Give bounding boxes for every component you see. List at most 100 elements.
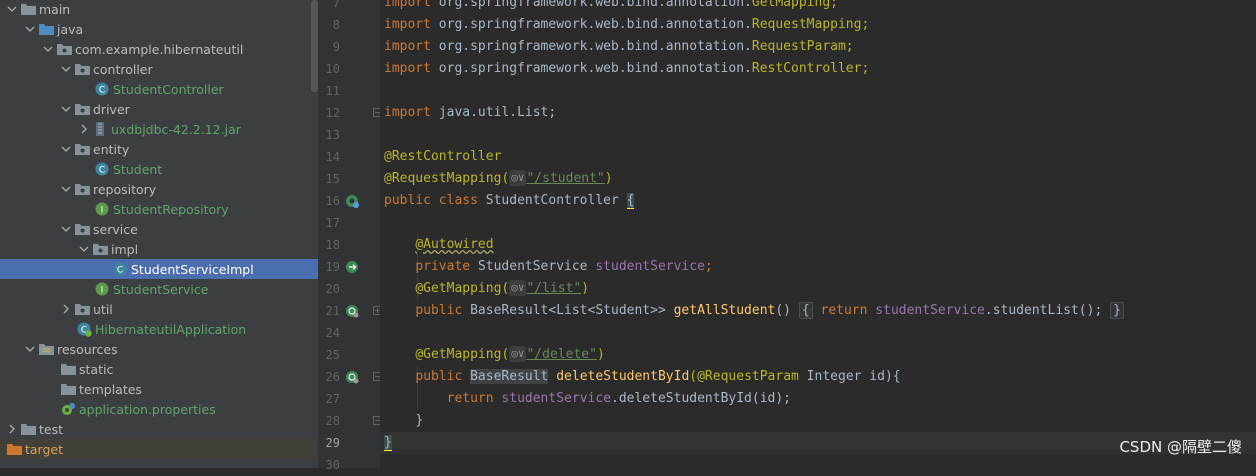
tree-item-properties[interactable]: application.properties <box>0 399 318 419</box>
chevron-down-icon[interactable] <box>60 223 72 235</box>
code-line: @RestController <box>384 149 502 164</box>
line-number: 28 <box>325 414 340 428</box>
chevron-down-icon[interactable] <box>60 183 72 195</box>
url-inlay-hint[interactable]: ◎∨ <box>509 346 527 362</box>
tree-item-resources[interactable]: resources <box>0 339 318 359</box>
chevron-down-icon[interactable] <box>78 243 90 255</box>
tree-item-student-repository[interactable]: I StudentRepository <box>0 199 318 219</box>
chevron-down-icon[interactable] <box>24 343 36 355</box>
code-line: public BaseResult deleteStudentById(@Req… <box>415 369 901 384</box>
chevron-down-icon[interactable] <box>60 143 72 155</box>
folder-icon <box>20 421 36 437</box>
line-number: 10 <box>325 62 340 76</box>
line-number: 13 <box>325 128 340 142</box>
tree-item-target[interactable]: target <box>0 439 318 459</box>
package-icon <box>74 221 90 237</box>
code-line: @Autowired <box>415 237 494 252</box>
tree-item-label: StudentController <box>113 81 224 97</box>
chevron-down-icon[interactable] <box>24 23 36 35</box>
line-number: 7 <box>332 0 340 10</box>
url-inlay-hint[interactable]: ◎∨ <box>509 170 527 186</box>
tree-item-student[interactable]: C Student <box>0 159 318 179</box>
chevron-right-icon[interactable] <box>60 303 72 315</box>
code-line: @GetMapping(◎∨ "/delete") <box>415 346 605 362</box>
tree-item-label: repository <box>93 181 157 197</box>
tree-item-service[interactable]: service <box>0 219 318 239</box>
spring-boot-class-icon: C <box>76 321 92 337</box>
tree-item-entity[interactable]: entity <box>0 139 318 159</box>
tree-item-static[interactable]: static <box>0 359 318 379</box>
source-folder-icon <box>38 21 54 37</box>
tree-item-driver[interactable]: driver <box>0 99 318 119</box>
excluded-folder-icon <box>6 441 22 457</box>
code-line: public BaseResult<List<Student>> getAllS… <box>384 300 1124 322</box>
tree-item-label: controller <box>93 61 153 77</box>
tree-item-templates[interactable]: templates <box>0 379 318 399</box>
class-icon: C <box>112 261 128 277</box>
tree-item-label: HibernateutilApplication <box>95 321 247 337</box>
url-inlay-hint[interactable]: ◎∨ <box>509 280 527 296</box>
code-line: @RequestMapping(◎∨ "/student") <box>384 170 613 186</box>
svg-text:I: I <box>101 286 104 296</box>
tree-item-student-controller[interactable]: C StudentController <box>0 79 318 99</box>
chevron-down-icon[interactable] <box>60 63 72 75</box>
tree-item-impl[interactable]: impl <box>0 239 318 259</box>
tree-item-label: driver <box>93 101 130 117</box>
tree-item-main[interactable]: main <box>0 0 318 19</box>
line-number: 26 <box>325 370 340 384</box>
tree-item-repository[interactable]: repository <box>0 179 318 199</box>
tree-item-label: entity <box>93 141 130 157</box>
tree-item-controller[interactable]: controller <box>0 59 318 79</box>
tree-item-package[interactable]: com.example.hibernateutil <box>0 39 318 59</box>
interface-icon: I <box>94 281 110 297</box>
line-number: 17 <box>325 216 340 230</box>
tree-item-util[interactable]: util <box>0 299 318 319</box>
class-icon: C <box>94 161 110 177</box>
code-line: import org.springframework.web.bind.anno… <box>384 17 870 32</box>
chevron-down-icon[interactable] <box>42 43 54 55</box>
line-number: 12 <box>325 106 340 120</box>
code-line: @GetMapping(◎∨ "/list") <box>415 280 590 296</box>
code-line: import org.springframework.web.bind.anno… <box>384 61 870 76</box>
folded-region-start[interactable]: { <box>798 302 813 319</box>
code-line: import java.util.List; <box>384 105 557 120</box>
settings-file-icon <box>60 401 76 417</box>
spring-bean-gutter-icon[interactable] <box>345 194 359 208</box>
endpoint-gutter-icon[interactable] <box>345 304 359 318</box>
tree-item-jar[interactable]: uxdbjdbc-42.2.12.jar <box>0 119 318 139</box>
tree-item-label: application.properties <box>79 401 216 417</box>
folder-icon <box>20 1 36 17</box>
tree-item-student-service-impl[interactable]: C StudentServiceImpl <box>0 259 318 279</box>
jar-icon <box>92 121 108 137</box>
line-number: 30 <box>325 458 340 472</box>
code-line: import org.springframework.web.bind.anno… <box>384 0 838 10</box>
chevron-down-icon[interactable] <box>6 3 18 15</box>
chevron-right-icon[interactable] <box>6 423 18 435</box>
chevron-down-icon[interactable] <box>60 103 72 115</box>
interface-icon: I <box>94 201 110 217</box>
project-tree[interactable]: main java com.example.hibernateutil cont… <box>0 0 318 468</box>
tree-item-student-service[interactable]: I StudentService <box>0 279 318 299</box>
code-line: } <box>384 435 392 451</box>
code-line: } <box>415 413 424 428</box>
tree-item-label: . <box>24 462 28 469</box>
autowired-bean-gutter-icon[interactable] <box>345 260 359 274</box>
line-number: 21 <box>325 304 340 318</box>
package-icon <box>56 41 72 57</box>
line-number: 24 <box>325 326 340 340</box>
chevron-right-icon[interactable] <box>78 123 90 135</box>
tree-item-label: util <box>93 301 113 317</box>
code-editor[interactable]: import org.springframework.web.bind.anno… <box>380 0 1256 468</box>
tree-item-java[interactable]: java <box>0 19 318 39</box>
tree-item-application[interactable]: C HibernateutilApplication <box>0 319 318 339</box>
endpoint-gutter-icon[interactable] <box>345 370 359 384</box>
tree-scrollbar[interactable] <box>311 0 318 92</box>
folded-region-end[interactable]: } <box>1110 302 1124 319</box>
folder-icon <box>60 381 76 397</box>
line-number: 19 <box>325 260 340 274</box>
editor-gutter[interactable]: 7 8 9 10 11 12 13 14 15 16 17 18 19 20 2… <box>318 0 382 472</box>
tree-item-label: templates <box>79 381 142 397</box>
package-icon <box>74 61 90 77</box>
tree-item-test[interactable]: test <box>0 419 318 439</box>
tree-item-label: main <box>39 1 71 17</box>
